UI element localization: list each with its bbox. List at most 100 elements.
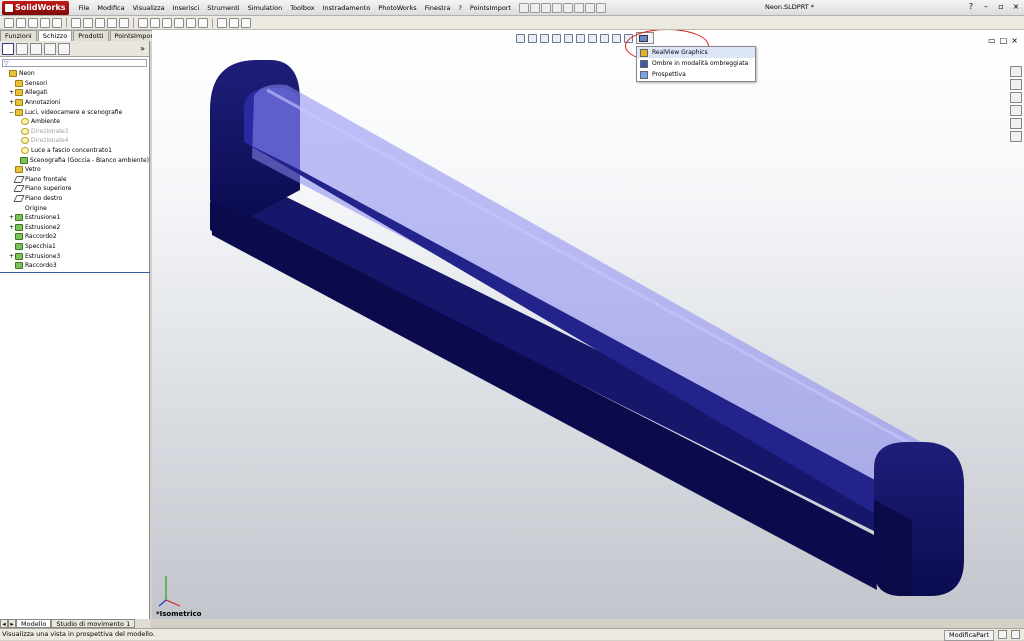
configurationmanager-tab-icon[interactable] [30, 42, 42, 55]
section-view-icon[interactable] [552, 34, 561, 43]
bottom-tab[interactable]: Studio di movimento 1 [51, 619, 136, 628]
display-manager-tab-icon[interactable] [58, 42, 70, 55]
file-explorer-icon[interactable] [1010, 92, 1022, 103]
edit-appearance-icon[interactable] [600, 34, 609, 43]
smart-dimension-icon[interactable] [4, 17, 14, 28]
tree-item[interactable]: Direzionale3 [0, 127, 149, 137]
tree-item[interactable]: Piano destro [0, 194, 149, 204]
minimize-button[interactable]: – [980, 2, 992, 13]
command-tab[interactable]: Schizzo [37, 30, 73, 41]
spline-icon[interactable] [95, 17, 105, 28]
save-icon[interactable] [541, 2, 552, 13]
zoom-to-fit-icon[interactable] [516, 34, 525, 43]
repair-sketch-icon[interactable] [198, 17, 208, 28]
line-icon[interactable] [16, 17, 26, 28]
menu-item[interactable]: PointsImport [466, 1, 515, 15]
featuremanager-tab-icon[interactable] [2, 42, 14, 55]
neon-part-model[interactable] [152, 30, 1024, 619]
polygon-icon[interactable] [83, 17, 93, 28]
pattern-icon[interactable] [174, 17, 184, 28]
tree-item[interactable]: Origine [0, 203, 149, 213]
tree-expander-icon[interactable]: + [8, 224, 15, 231]
design-library-icon[interactable] [1010, 79, 1022, 90]
menu-item[interactable]: Toolbox [286, 1, 318, 15]
tree-item[interactable]: Raccordo3 [0, 261, 149, 271]
tree-expander-icon[interactable]: + [8, 214, 15, 221]
tree-item[interactable]: Sensori [0, 79, 149, 89]
tree-item[interactable]: Specchia1 [0, 242, 149, 252]
propertymanager-tab-icon[interactable] [16, 42, 28, 55]
mirror-entities-icon[interactable] [162, 17, 172, 28]
bottom-tab[interactable]: Modello [16, 619, 52, 628]
view-settings-menu-item[interactable]: Prospettiva [637, 69, 755, 80]
rapid-sketch-icon[interactable] [229, 17, 239, 28]
scroll-tabs-right-icon[interactable]: ▸ [8, 619, 16, 628]
view-palette-icon[interactable] [1010, 105, 1022, 116]
rebuild-status-icon[interactable] [998, 630, 1007, 639]
tree-expander-icon[interactable]: + [8, 89, 15, 96]
command-tab[interactable]: Funzioni [0, 30, 37, 41]
tree-item[interactable]: + Allegati [0, 88, 149, 98]
view-orientation-icon[interactable] [564, 34, 573, 43]
tree-item[interactable]: Ambiente [0, 117, 149, 127]
tree-item[interactable]: Piano frontale [0, 175, 149, 185]
restore-view-window-icon[interactable]: ▭ [988, 36, 996, 45]
graphics-area[interactable]: RealView Graphics Ombre in modalità ombre… [152, 30, 1024, 619]
print-icon[interactable] [552, 2, 563, 13]
previous-view-icon[interactable] [540, 34, 549, 43]
menu-item[interactable]: Instradamento [319, 1, 375, 15]
arc-icon[interactable] [52, 17, 62, 28]
tree-expander-icon[interactable]: + [8, 253, 15, 260]
menu-item[interactable]: Strumenti [203, 1, 243, 15]
tree-item[interactable]: Neon [0, 69, 149, 79]
tree-item[interactable]: Raccordo2 [0, 232, 149, 242]
view-settings-menu-item[interactable]: Ombre in modalità ombreggiata [637, 58, 755, 69]
rollback-bar[interactable] [0, 271, 150, 273]
menu-item[interactable]: Simulation [244, 1, 287, 15]
menu-item[interactable]: File [75, 1, 94, 15]
tree-item[interactable]: Piano superiore [0, 184, 149, 194]
view-settings-menu-item[interactable]: RealView Graphics [637, 47, 755, 58]
tree-item[interactable]: + Estrusione2 [0, 223, 149, 233]
tree-item[interactable]: + Estrusione1 [0, 213, 149, 223]
close-button[interactable]: × [1010, 2, 1022, 13]
dimxpertmanager-tab-icon[interactable] [44, 42, 56, 55]
apply-scene-icon[interactable] [612, 34, 621, 43]
tree-item[interactable]: Direzionale4 [0, 136, 149, 146]
tree-expander-icon[interactable]: + [8, 99, 15, 106]
menu-item[interactable]: ? [454, 1, 465, 15]
appearances-icon[interactable] [1010, 118, 1022, 129]
custom-properties-icon[interactable] [1010, 131, 1022, 142]
menu-item[interactable]: Visualizza [129, 1, 169, 15]
trim-icon[interactable] [138, 17, 148, 28]
solidworks-resources-icon[interactable] [1010, 66, 1022, 77]
slot-icon[interactable] [71, 17, 81, 28]
rebuild-icon[interactable] [585, 2, 596, 13]
zoom-to-area-icon[interactable] [528, 34, 537, 43]
scroll-tabs-left-icon[interactable]: ◂ [0, 619, 8, 628]
menu-item[interactable]: PhotoWorks [374, 1, 420, 15]
tree-item[interactable]: Vetro [0, 165, 149, 175]
relations-icon[interactable] [186, 17, 196, 28]
tree-item[interactable]: + Annotazioni [0, 98, 149, 108]
tree-expander-icon[interactable]: − [8, 109, 15, 116]
help-icon[interactable]: ? [965, 2, 977, 13]
solidworks-logo[interactable]: SolidWorks [2, 0, 69, 15]
expand-panel-icon[interactable]: » [140, 44, 145, 53]
menu-item[interactable]: Inserisci [169, 1, 204, 15]
rectangle-icon[interactable] [28, 17, 38, 28]
menu-item[interactable]: Modifica [93, 1, 128, 15]
open-icon[interactable] [530, 2, 541, 13]
select-icon[interactable] [574, 2, 585, 13]
hide-show-items-icon[interactable] [588, 34, 597, 43]
help-status-icon[interactable] [1011, 630, 1020, 639]
tree-item[interactable]: Scenografia (Goccia - Bianco ambiente) [0, 155, 149, 165]
command-tab[interactable]: Prodotti Office [73, 30, 109, 50]
quick-snaps-icon[interactable] [217, 17, 227, 28]
display-style-icon[interactable] [576, 34, 585, 43]
tree-filter-input[interactable]: ▽ [2, 59, 147, 67]
offset-icon[interactable] [150, 17, 160, 28]
circle-icon[interactable] [40, 17, 50, 28]
undo-icon[interactable] [563, 2, 574, 13]
menu-item[interactable]: Finestra [421, 1, 455, 15]
